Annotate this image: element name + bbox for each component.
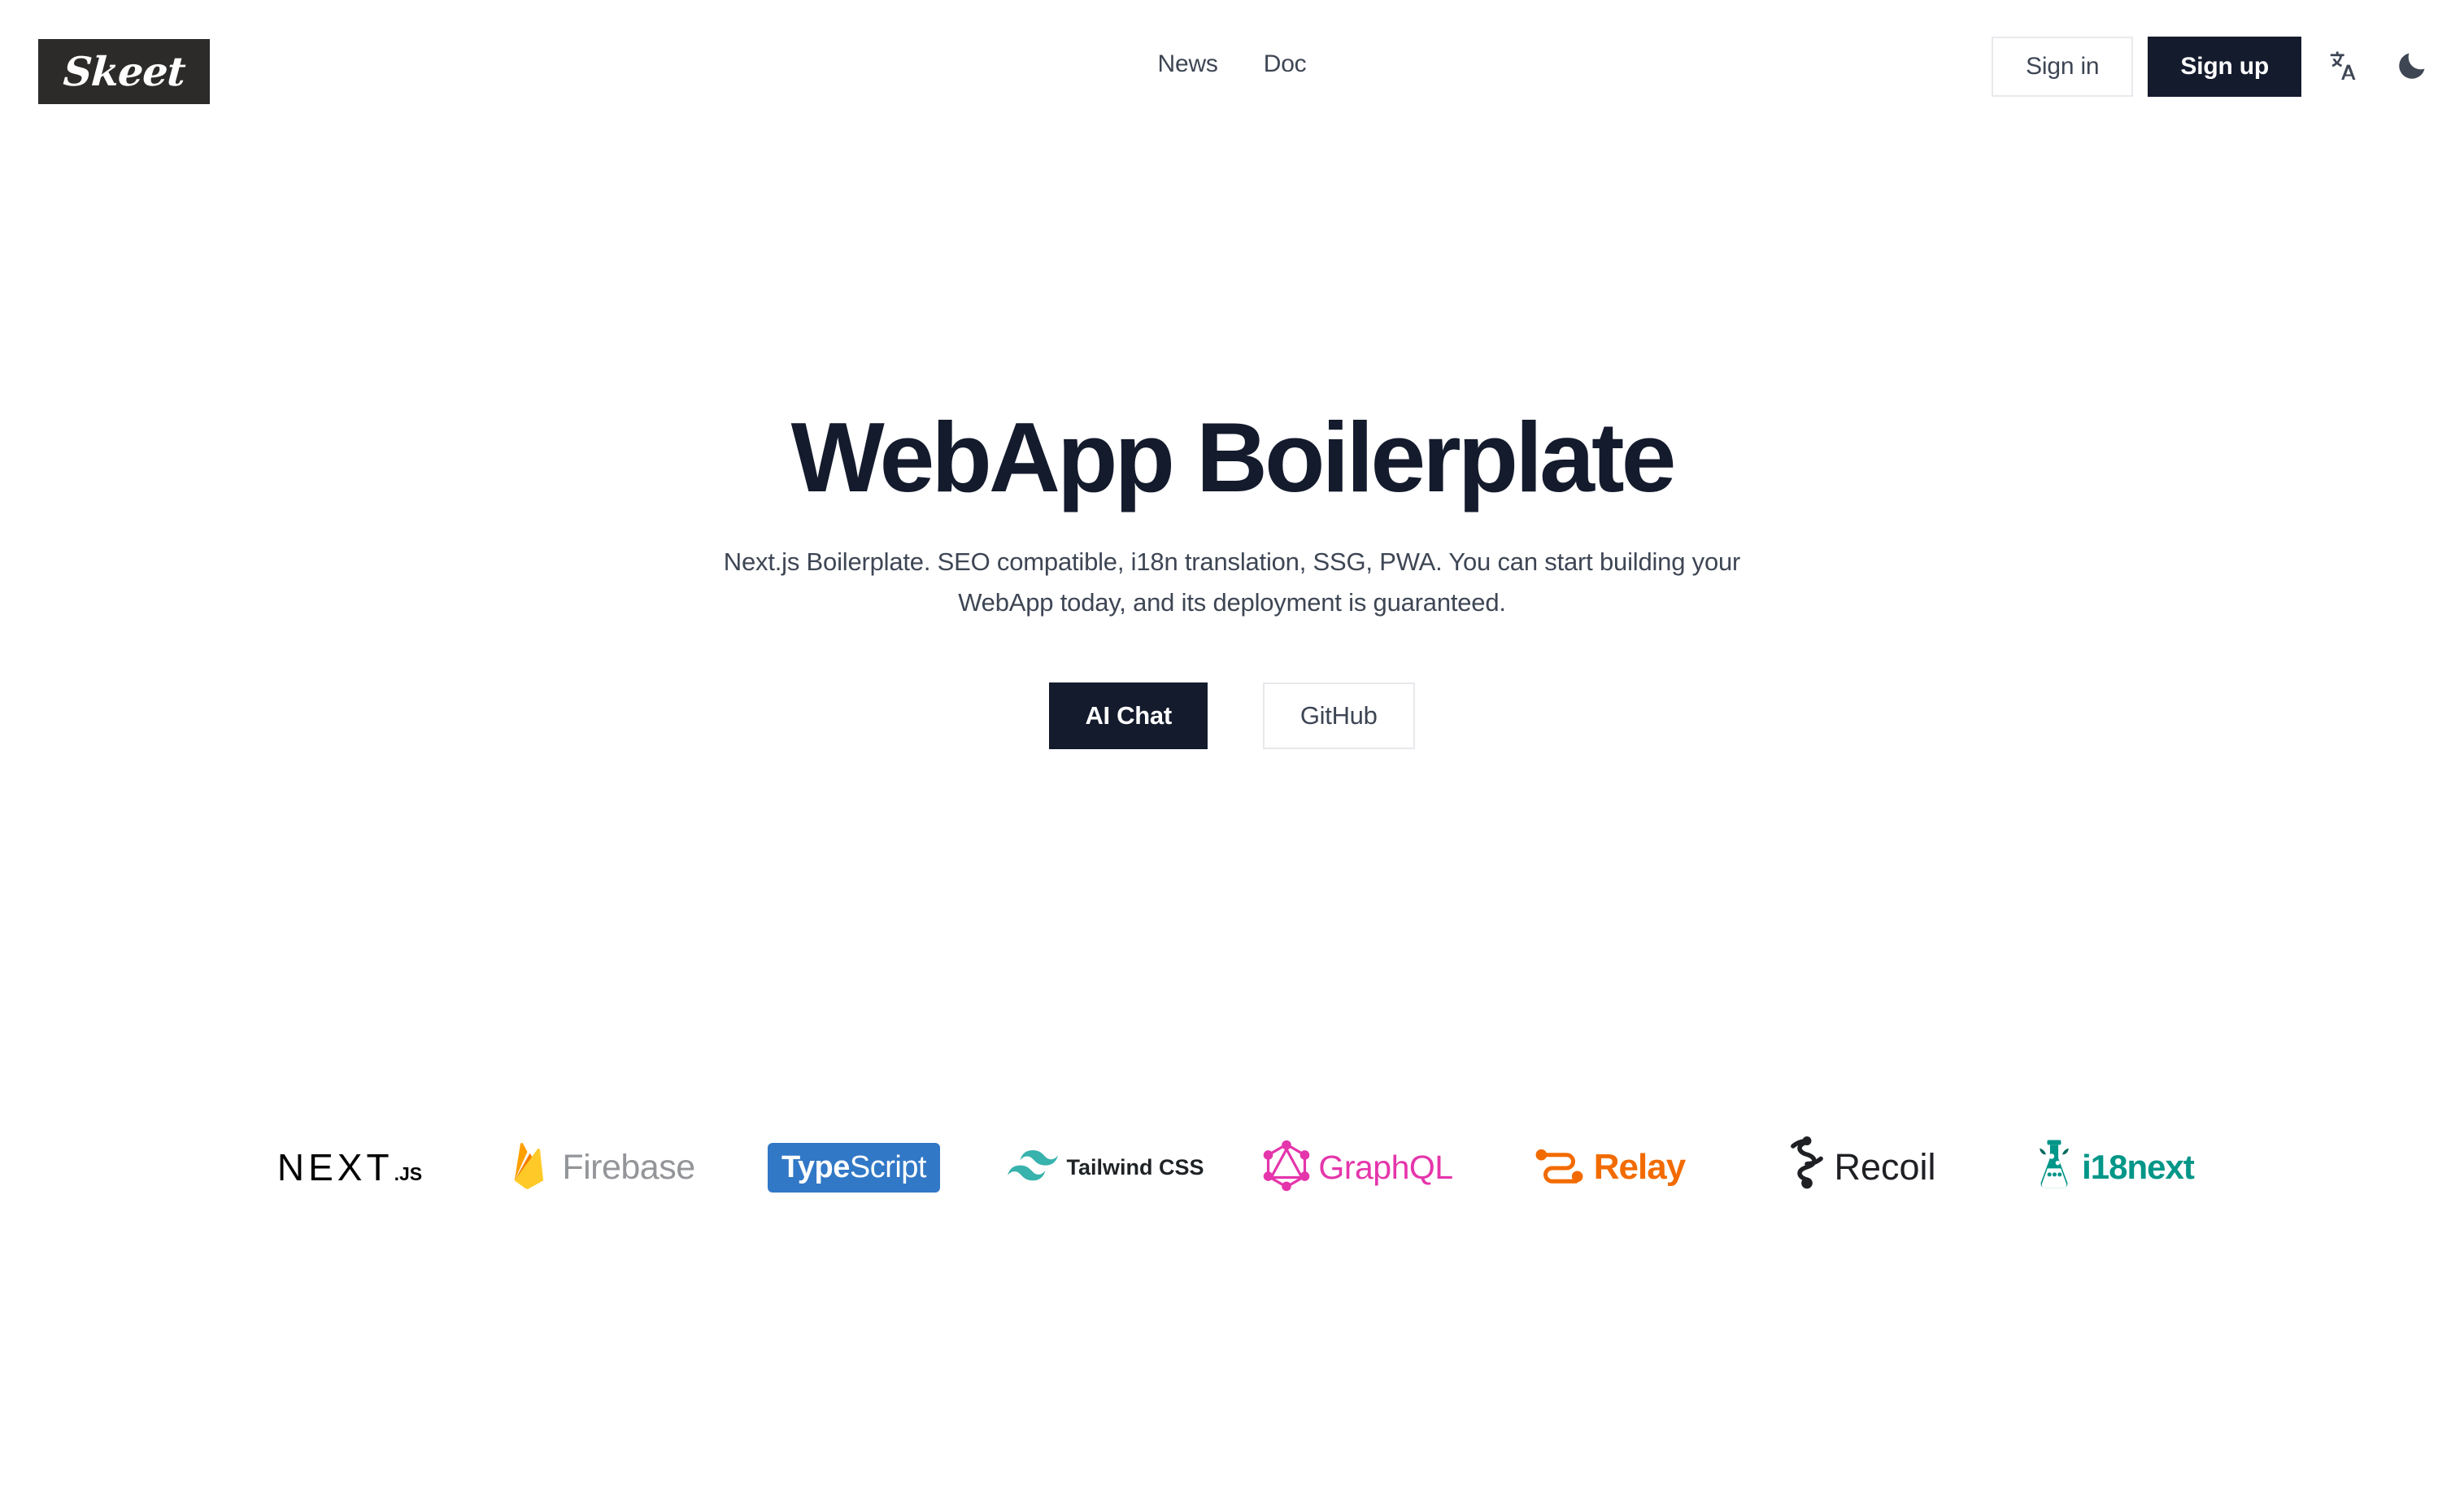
typescript-wordmark-light: Script [849, 1149, 927, 1184]
recoil-coil-icon [1788, 1136, 1826, 1199]
graphql-wordmark: GraphQL [1318, 1148, 1453, 1186]
relay-path-icon [1535, 1146, 1586, 1189]
relay-wordmark: Relay [1593, 1147, 1686, 1187]
tech-logo-recoil[interactable]: Recoil [1736, 1110, 1988, 1224]
github-button[interactable]: GitHub [1262, 682, 1415, 749]
tech-logo-i18next[interactable]: i18next [1988, 1110, 2240, 1224]
tech-logo-nextjs[interactable]: NEXT .JS [224, 1110, 476, 1224]
header-actions: Sign in Sign up [1992, 37, 2441, 97]
page-title: WebApp Boilerplate [790, 402, 1677, 512]
hero-subtitle: Next.js Boilerplate. SEO compatible, i18… [723, 547, 1741, 617]
language-switch-button[interactable] [2313, 37, 2371, 96]
nextjs-wordmark: NEXT [276, 1146, 394, 1188]
sign-in-button[interactable]: Sign in [1992, 37, 2134, 97]
theme-toggle-button[interactable] [2383, 37, 2441, 96]
ai-chat-button[interactable]: AI Chat [1049, 682, 1208, 749]
nextjs-suffix: .JS [394, 1163, 423, 1184]
tech-logo-graphql[interactable]: GraphQL [1232, 1110, 1484, 1224]
nav-link-news[interactable]: News [1158, 50, 1218, 78]
tailwind-wave-icon [1008, 1149, 1059, 1185]
recoil-wordmark: Recoil [1834, 1146, 1936, 1188]
tech-logo-typescript[interactable]: Type Script [728, 1110, 980, 1224]
tailwind-wordmark: Tailwind CSS [1066, 1154, 1204, 1180]
typescript-wordmark-bold: Type [781, 1149, 850, 1184]
firebase-flame-icon [508, 1140, 554, 1195]
site-header: Skeet News Doc Sign in Sign up [0, 0, 2464, 145]
sign-up-button[interactable]: Sign up [2148, 37, 2301, 97]
tech-logo-tailwindcss[interactable]: Tailwind CSS [980, 1110, 1232, 1224]
graphql-hexagon-icon [1263, 1140, 1310, 1196]
firebase-wordmark: Firebase [562, 1147, 695, 1187]
tech-logo-relay[interactable]: Relay [1484, 1110, 1736, 1224]
hero-cta-group: AI Chat GitHub [0, 682, 2464, 749]
tech-logo-firebase[interactable]: Firebase [476, 1110, 728, 1224]
hero-section: WebApp Boilerplate Next.js Boilerplate. … [0, 145, 2464, 749]
translate-icon [2326, 50, 2358, 85]
technology-logo-strip: NEXT .JS Firebase Type Script Tailwind C… [0, 1098, 2464, 1236]
nav-link-doc[interactable]: Doc [1264, 50, 1307, 78]
moon-icon [2396, 50, 2428, 85]
i18next-flask-icon [2035, 1138, 2074, 1197]
i18next-wordmark: i18next [2082, 1148, 2195, 1186]
